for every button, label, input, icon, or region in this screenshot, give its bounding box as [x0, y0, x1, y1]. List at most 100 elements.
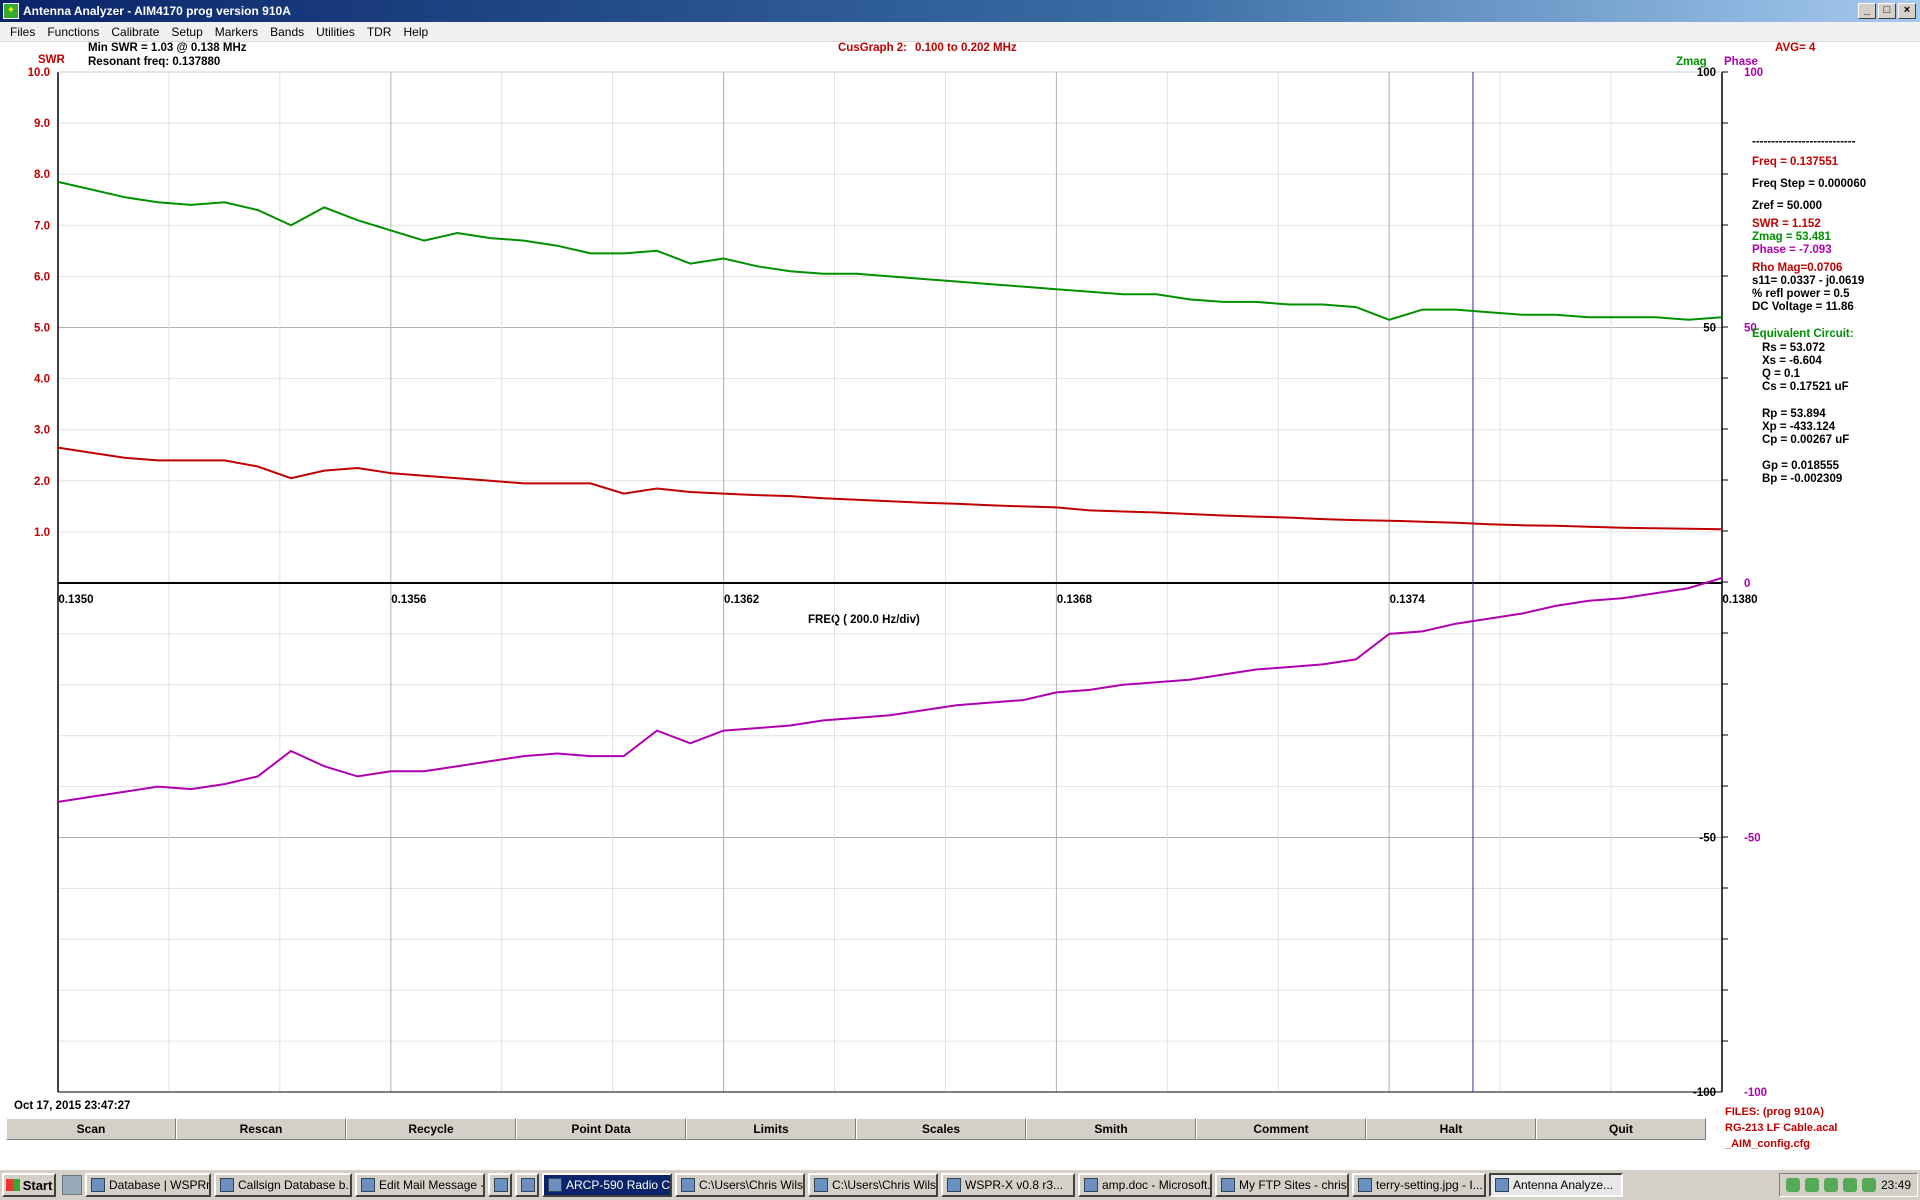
- image-icon: [1358, 1178, 1372, 1192]
- quit-button[interactable]: Quit: [1536, 1118, 1706, 1140]
- swr-tick-label: 8.0: [34, 169, 50, 181]
- menu-utilities[interactable]: Utilities: [310, 25, 361, 39]
- readout-rs: Rs = 53.072: [1762, 342, 1825, 354]
- readout-dc-voltage: DC Voltage = 11.86: [1752, 301, 1854, 313]
- tray-icon[interactable]: [1804, 1178, 1819, 1192]
- readout-zmag: Zmag = 53.481: [1752, 231, 1831, 243]
- readout-rho: Rho Mag=0.0706: [1752, 262, 1843, 274]
- readout-cs: Cs = 0.17521 uF: [1762, 381, 1849, 393]
- minimize-button[interactable]: _: [1858, 3, 1876, 19]
- readout-bp: Bp = -0.002309: [1762, 473, 1843, 485]
- readout-zref: Zref = 50.000: [1752, 200, 1823, 212]
- graph-area[interactable]: 10.0 9.0 8.0 7.0 6.0 5.0 4.0 3.0 2.0 1.0 100 50 -50 -…: [0, 42, 1920, 1112]
- swr-tick-label: 1.0: [34, 527, 50, 539]
- smith-button[interactable]: Smith: [1026, 1118, 1196, 1140]
- firefox-icon: [91, 1178, 105, 1192]
- tray-icon[interactable]: [1823, 1178, 1838, 1192]
- phase-series-line: [57, 576, 1723, 803]
- clock[interactable]: 23:49: [1881, 1178, 1911, 1192]
- menu-files[interactable]: Files: [4, 25, 41, 39]
- x-tick-label: 0.1380: [1722, 594, 1757, 606]
- readout-rp: Rp = 53.894: [1762, 408, 1826, 420]
- taskbar-item[interactable]: amp.doc - Microsoft...: [1078, 1173, 1212, 1197]
- zmag-tick-label: 100: [1697, 67, 1716, 79]
- swr-tick-label: 2.0: [34, 476, 50, 488]
- menu-help[interactable]: Help: [397, 25, 434, 39]
- scan-button[interactable]: Scan: [6, 1118, 176, 1140]
- taskbar-item[interactable]: [515, 1173, 539, 1197]
- x-tick-label: 0.1356: [391, 594, 426, 606]
- app-icon: ✦: [3, 3, 19, 19]
- swr-series-line: [57, 446, 1723, 531]
- limits-button[interactable]: Limits: [686, 1118, 856, 1140]
- terminal-icon: [494, 1178, 508, 1192]
- tray-icon[interactable]: [1785, 1178, 1800, 1192]
- taskbar-item[interactable]: ARCP-590 Radio Co...: [542, 1173, 672, 1197]
- swr-tick-label: 9.0: [34, 118, 50, 130]
- taskbar-item[interactable]: Database | WSPRn...: [85, 1173, 211, 1197]
- readout-xp: Xp = -433.124: [1762, 421, 1836, 433]
- start-button[interactable]: Start: [2, 1173, 56, 1197]
- scales-button[interactable]: Scales: [856, 1118, 1026, 1140]
- taskbar-item-active[interactable]: Antenna Analyze...: [1489, 1173, 1623, 1197]
- menu-functions[interactable]: Functions: [41, 25, 105, 39]
- readout-cp: Cp = 0.00267 uF: [1762, 434, 1850, 446]
- phase-tick-label: -100: [1744, 1087, 1767, 1099]
- halt-button[interactable]: Halt: [1366, 1118, 1536, 1140]
- taskbar-item[interactable]: terry-setting.jpg - I...: [1352, 1173, 1486, 1197]
- recycle-button[interactable]: Recycle: [346, 1118, 516, 1140]
- phase-tick-label: 100: [1744, 67, 1763, 79]
- volume-icon[interactable]: [1861, 1178, 1876, 1192]
- swr-tick-label: 5.0: [34, 323, 50, 335]
- menu-bar: Files Functions Calibrate Setup Markers …: [0, 22, 1920, 42]
- menu-tdr[interactable]: TDR: [361, 25, 398, 39]
- readout-freq-step: Freq Step = 0.000060: [1752, 178, 1867, 190]
- firefox-icon: [220, 1178, 234, 1192]
- analyzer-main: Min SWR = 1.03 @ 0.138 MHz Resonant freq…: [0, 42, 1920, 1162]
- phase-tick-label: 0: [1744, 578, 1750, 590]
- readout-dashes: ---------------------------: [1752, 136, 1856, 148]
- readout-eq-title: Equivalent Circuit:: [1752, 328, 1854, 340]
- comment-button[interactable]: Comment: [1196, 1118, 1366, 1140]
- phase-tick-label: -50: [1744, 833, 1761, 845]
- x-tick-label: 0.1374: [1390, 594, 1426, 606]
- menu-setup[interactable]: Setup: [165, 25, 208, 39]
- readout-q: Q = 0.1: [1762, 368, 1801, 380]
- menu-markers[interactable]: Markers: [209, 25, 264, 39]
- taskbar-item[interactable]: C:\Users\Chris Wils...: [808, 1173, 938, 1197]
- zmag-tick-label: -50: [1699, 833, 1716, 845]
- windows-logo-icon: [5, 1179, 20, 1191]
- wspr-icon: [947, 1178, 961, 1192]
- taskbar-item[interactable]: C:\Users\Chris Wils...: [675, 1173, 805, 1197]
- readout-freq: Freq = 0.137551: [1752, 156, 1838, 168]
- menu-bands[interactable]: Bands: [264, 25, 310, 39]
- mail-icon: [361, 1178, 375, 1192]
- swr-tick-label: 4.0: [34, 374, 50, 386]
- x-tick-label: 0.1362: [724, 594, 759, 606]
- readout-gp: Gp = 0.018555: [1762, 460, 1840, 472]
- taskbar-item[interactable]: Callsign Database b...: [214, 1173, 352, 1197]
- quicklaunch-icon[interactable]: [62, 1175, 82, 1195]
- swr-tick-label: 3.0: [34, 425, 50, 437]
- taskbar-item[interactable]: [488, 1173, 512, 1197]
- radio-icon: [548, 1178, 562, 1192]
- antenna-icon: [1495, 1178, 1509, 1192]
- point-data-button[interactable]: Point Data: [516, 1118, 686, 1140]
- taskbar-item[interactable]: My FTP Sites - chris...: [1215, 1173, 1349, 1197]
- readout-phase: Phase = -7.093: [1752, 244, 1832, 256]
- taskbar-item[interactable]: Edit Mail Message -...: [355, 1173, 485, 1197]
- window-title: Antenna Analyzer - AIM4170 prog version …: [23, 4, 291, 18]
- zmag-tick-label: 50: [1703, 323, 1716, 335]
- menu-calibrate[interactable]: Calibrate: [105, 25, 165, 39]
- close-button[interactable]: ×: [1898, 3, 1916, 19]
- rescan-button[interactable]: Rescan: [176, 1118, 346, 1140]
- maximize-button[interactable]: □: [1878, 3, 1896, 19]
- taskbar-item[interactable]: WSPR-X v0.8 r3...: [941, 1173, 1075, 1197]
- system-tray: 23:49: [1778, 1173, 1918, 1197]
- document-icon: [521, 1178, 535, 1192]
- word-icon: [1084, 1178, 1098, 1192]
- tray-icon[interactable]: [1842, 1178, 1857, 1192]
- readout-refl-power: % refl power = 0.5: [1752, 288, 1850, 300]
- swr-tick-label: 7.0: [34, 220, 50, 232]
- files-info: FILES: (prog 910A) RG-213 LF Cable.acal …: [1725, 1104, 1838, 1152]
